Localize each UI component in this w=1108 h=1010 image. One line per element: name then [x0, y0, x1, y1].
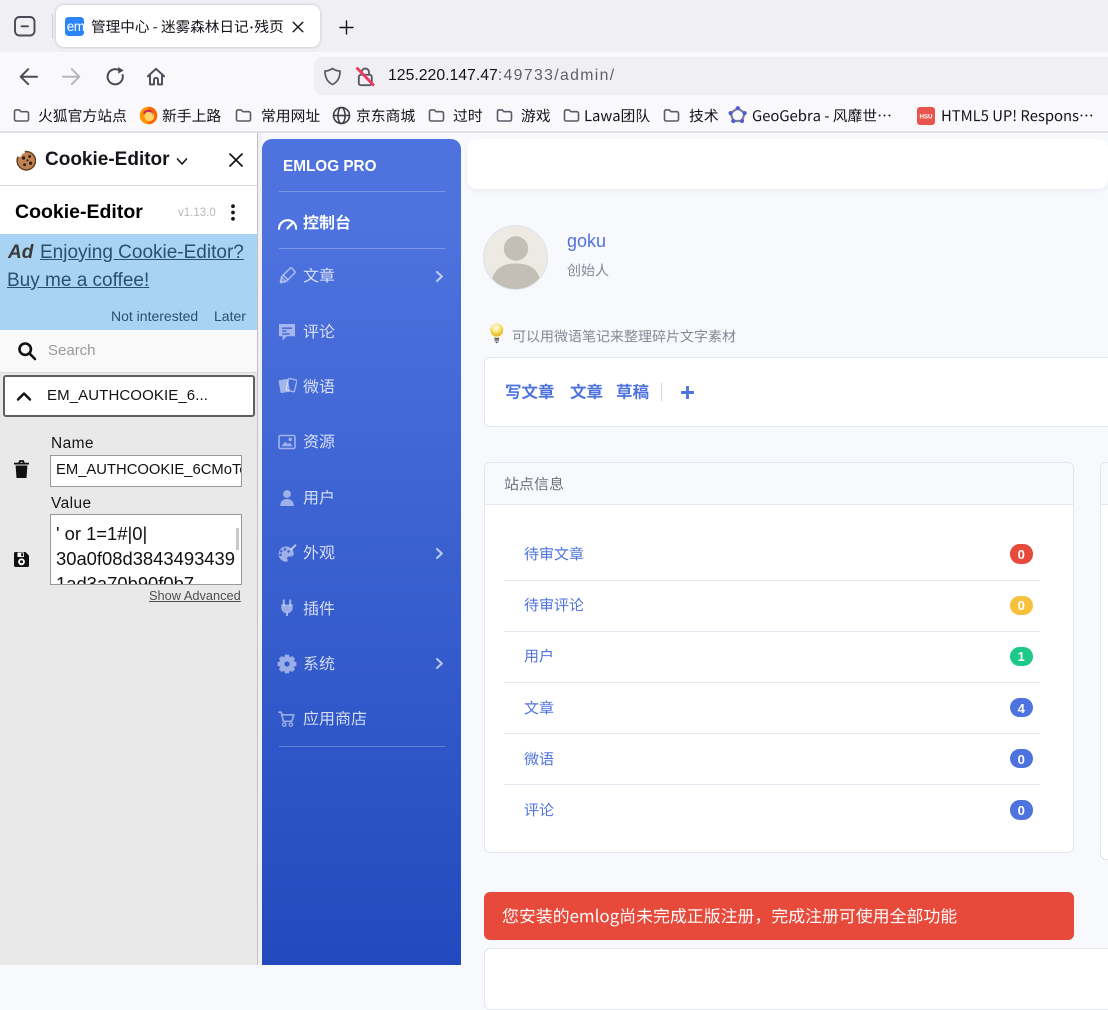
svg-text:HSU: HSU [919, 114, 933, 121]
